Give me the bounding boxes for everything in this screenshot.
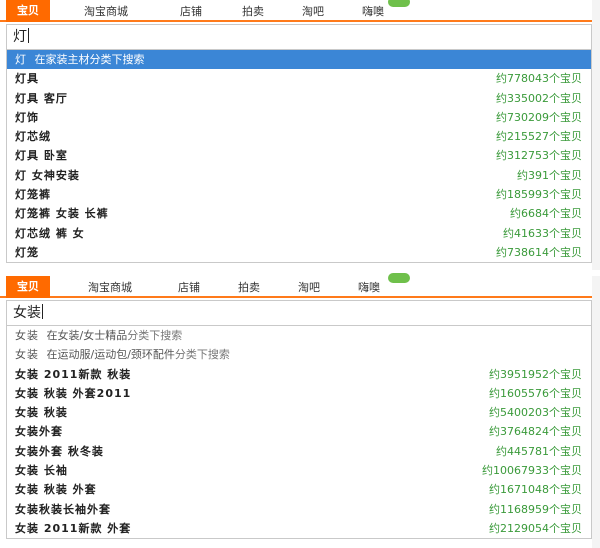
list-item[interactable]: 女装秋装长袖外套 约1168959个宝贝 [7,500,591,519]
suggest-panel-lamp: 宝贝 淘宝商城 店铺 拍卖 淘吧 嗨噢 灯 灯 在家装主材分类下搜索 灯具 约77… [0,0,600,270]
tab-auction[interactable]: 拍卖 [242,2,264,22]
list-item[interactable]: 灯具 卧室 约312753个宝贝 [7,146,591,165]
tab-taobao-mall[interactable]: 淘宝商城 [88,278,132,298]
list-item[interactable]: 女装 秋装 外套2011 约1605576个宝贝 [7,384,591,403]
category-hint: 分类下搜索 [174,348,230,362]
list-item[interactable]: 女装 2011新款 秋装 约3951952个宝贝 [7,365,591,384]
result-count: 约5400203个宝贝 [489,406,582,420]
list-item[interactable]: 灯具 客厅 约335002个宝贝 [7,89,591,108]
list-item[interactable]: 灯芯绒 裤 女 约41633个宝贝 [7,224,591,243]
suggestion-keyword: 女装 长袖 [15,464,68,478]
result-count: 约312753个宝贝 [496,149,582,163]
suggestion-keyword: 女装 秋装 [15,406,68,420]
list-item[interactable]: 女装 长袖 约10067933个宝贝 [7,461,591,480]
result-count: 约2129054个宝贝 [489,521,582,535]
suggestion-list: 女装 在女装/女士精品分类下搜索 女装 在运动服/运动包/颈环配件分类下搜索 女… [6,326,592,540]
result-count: 约1671048个宝贝 [489,483,582,497]
suggestion-keyword: 女装秋装长袖外套 [15,502,111,516]
suggestion-keyword: 灯笼裤 [15,188,51,202]
suggestion-list: 灯 在家装主材分类下搜索 灯具 约778043个宝贝 灯具 客厅 约335002个宝… [6,50,592,264]
text-caret [28,28,29,43]
result-count: 约730209个宝贝 [496,110,582,124]
list-item[interactable]: 女装 秋装 约5400203个宝贝 [7,403,591,422]
result-count: 约445781个宝贝 [496,444,582,458]
category-hint: 分类下搜索 [127,329,183,342]
list-item[interactable]: 女装 秋装 外套 约1671048个宝贝 [7,480,591,499]
result-count: 约335002个宝贝 [496,91,582,105]
list-item[interactable]: 灯具 约778043个宝贝 [7,69,591,88]
tab-auction[interactable]: 拍卖 [238,278,260,298]
tab-baobei[interactable]: 宝贝 [6,0,50,22]
suggestion-category[interactable]: 女装 在女装/女士精品分类下搜索 [7,326,591,345]
result-count: 约391个宝贝 [517,168,582,182]
suggestion-keyword: 女装外套 秋冬装 [15,444,104,458]
suggestion-keyword: 女装 2011新款 秋装 [15,367,132,381]
new-badge-icon [388,0,410,7]
suggestion-keyword: 女装 [15,329,39,342]
suggestion-keyword: 女装 秋装 外套 [15,483,97,497]
page-edge [592,0,600,270]
result-count: 约1168959个宝贝 [489,502,582,516]
search-tabs: 宝贝 淘宝商城 店铺 拍卖 淘吧 嗨噢 [0,273,600,298]
result-count: 约10067933个宝贝 [482,464,582,478]
result-count: 约6684个宝贝 [510,207,582,221]
suggest-panel-womens-clothing: 宝贝 淘宝商城 店铺 拍卖 淘吧 嗨噢 女装 女装 在女装/女士精品分类下搜索 … [0,273,600,548]
result-count: 约3951952个宝贝 [489,367,582,381]
search-query-text: 灯 [13,29,27,45]
suggestion-keyword: 灯饰 [15,110,39,124]
suggestion-category[interactable]: 女装 在运动服/运动包/颈环配件分类下搜索 [7,345,591,364]
suggestion-keyword: 女装 2011新款 外套 [15,521,132,535]
category-hint: 在家装主材分类下搜索 [34,53,145,66]
suggestion-keyword: 女装 秋装 外套2011 [15,386,132,400]
list-item[interactable]: 女装外套 秋冬装 约445781个宝贝 [7,442,591,461]
suggestion-keyword: 女装 [15,348,39,362]
tab-baobei[interactable]: 宝贝 [6,276,50,298]
text-caret [42,304,43,319]
suggestion-keyword: 灯具 客厅 [15,91,68,105]
search-tabs: 宝贝 淘宝商城 店铺 拍卖 淘吧 嗨噢 [0,0,600,22]
tab-taobao-mall[interactable]: 淘宝商城 [84,2,128,22]
category-name: 在女装/女士精品 [46,329,128,342]
list-item[interactable]: 灯 女神安装 约391个宝贝 [7,166,591,185]
suggestion-keyword: 女装外套 [15,425,63,439]
result-count: 约778043个宝贝 [496,72,582,86]
list-item[interactable]: 灯饰 约730209个宝贝 [7,108,591,127]
result-count: 约41633个宝贝 [503,226,582,240]
search-input[interactable]: 女装 [6,300,592,326]
suggestion-keyword: 灯笼 [15,245,39,259]
list-item[interactable]: 灯芯绒 约215527个宝贝 [7,127,591,146]
list-item[interactable]: 女装 2011新款 外套 约2129054个宝贝 [7,519,591,538]
search-input[interactable]: 灯 [6,24,592,50]
search-query-text: 女装 [13,305,41,321]
result-count: 约1605576个宝贝 [489,386,582,400]
list-item[interactable]: 灯笼裤 约185993个宝贝 [7,185,591,204]
suggestion-keyword: 灯 [15,53,27,66]
tab-shops[interactable]: 店铺 [178,278,200,298]
page-edge [592,276,600,548]
tab-shops[interactable]: 店铺 [180,2,202,22]
list-item[interactable]: 灯笼 约738614个宝贝 [7,243,591,262]
list-item[interactable]: 灯笼裤 女装 长裤 约6684个宝贝 [7,204,591,223]
result-count: 约215527个宝贝 [496,130,582,144]
result-count: 约738614个宝贝 [496,245,582,259]
new-badge-icon [388,273,410,283]
result-count: 约185993个宝贝 [496,188,582,202]
suggestion-keyword: 灯具 [15,72,39,86]
suggestion-keyword: 灯芯绒 [15,130,51,144]
suggestion-keyword: 灯具 卧室 [15,149,68,163]
tab-taoba[interactable]: 淘吧 [302,2,324,22]
suggestion-keyword: 灯芯绒 裤 女 [15,226,85,240]
suggestion-category-highlighted[interactable]: 灯 在家装主材分类下搜索 [7,50,591,70]
tab-taoba[interactable]: 淘吧 [298,278,320,298]
tab-haio[interactable]: 嗨噢 [358,278,380,298]
result-count: 约3764824个宝贝 [489,425,582,439]
tab-haio[interactable]: 嗨噢 [362,2,384,22]
suggestion-keyword: 灯 女神安装 [15,168,80,182]
list-item[interactable]: 女装外套 约3764824个宝贝 [7,422,591,441]
suggestion-keyword: 灯笼裤 女装 长裤 [15,207,109,221]
category-name: 在运动服/运动包/颈环配件 [46,348,175,362]
